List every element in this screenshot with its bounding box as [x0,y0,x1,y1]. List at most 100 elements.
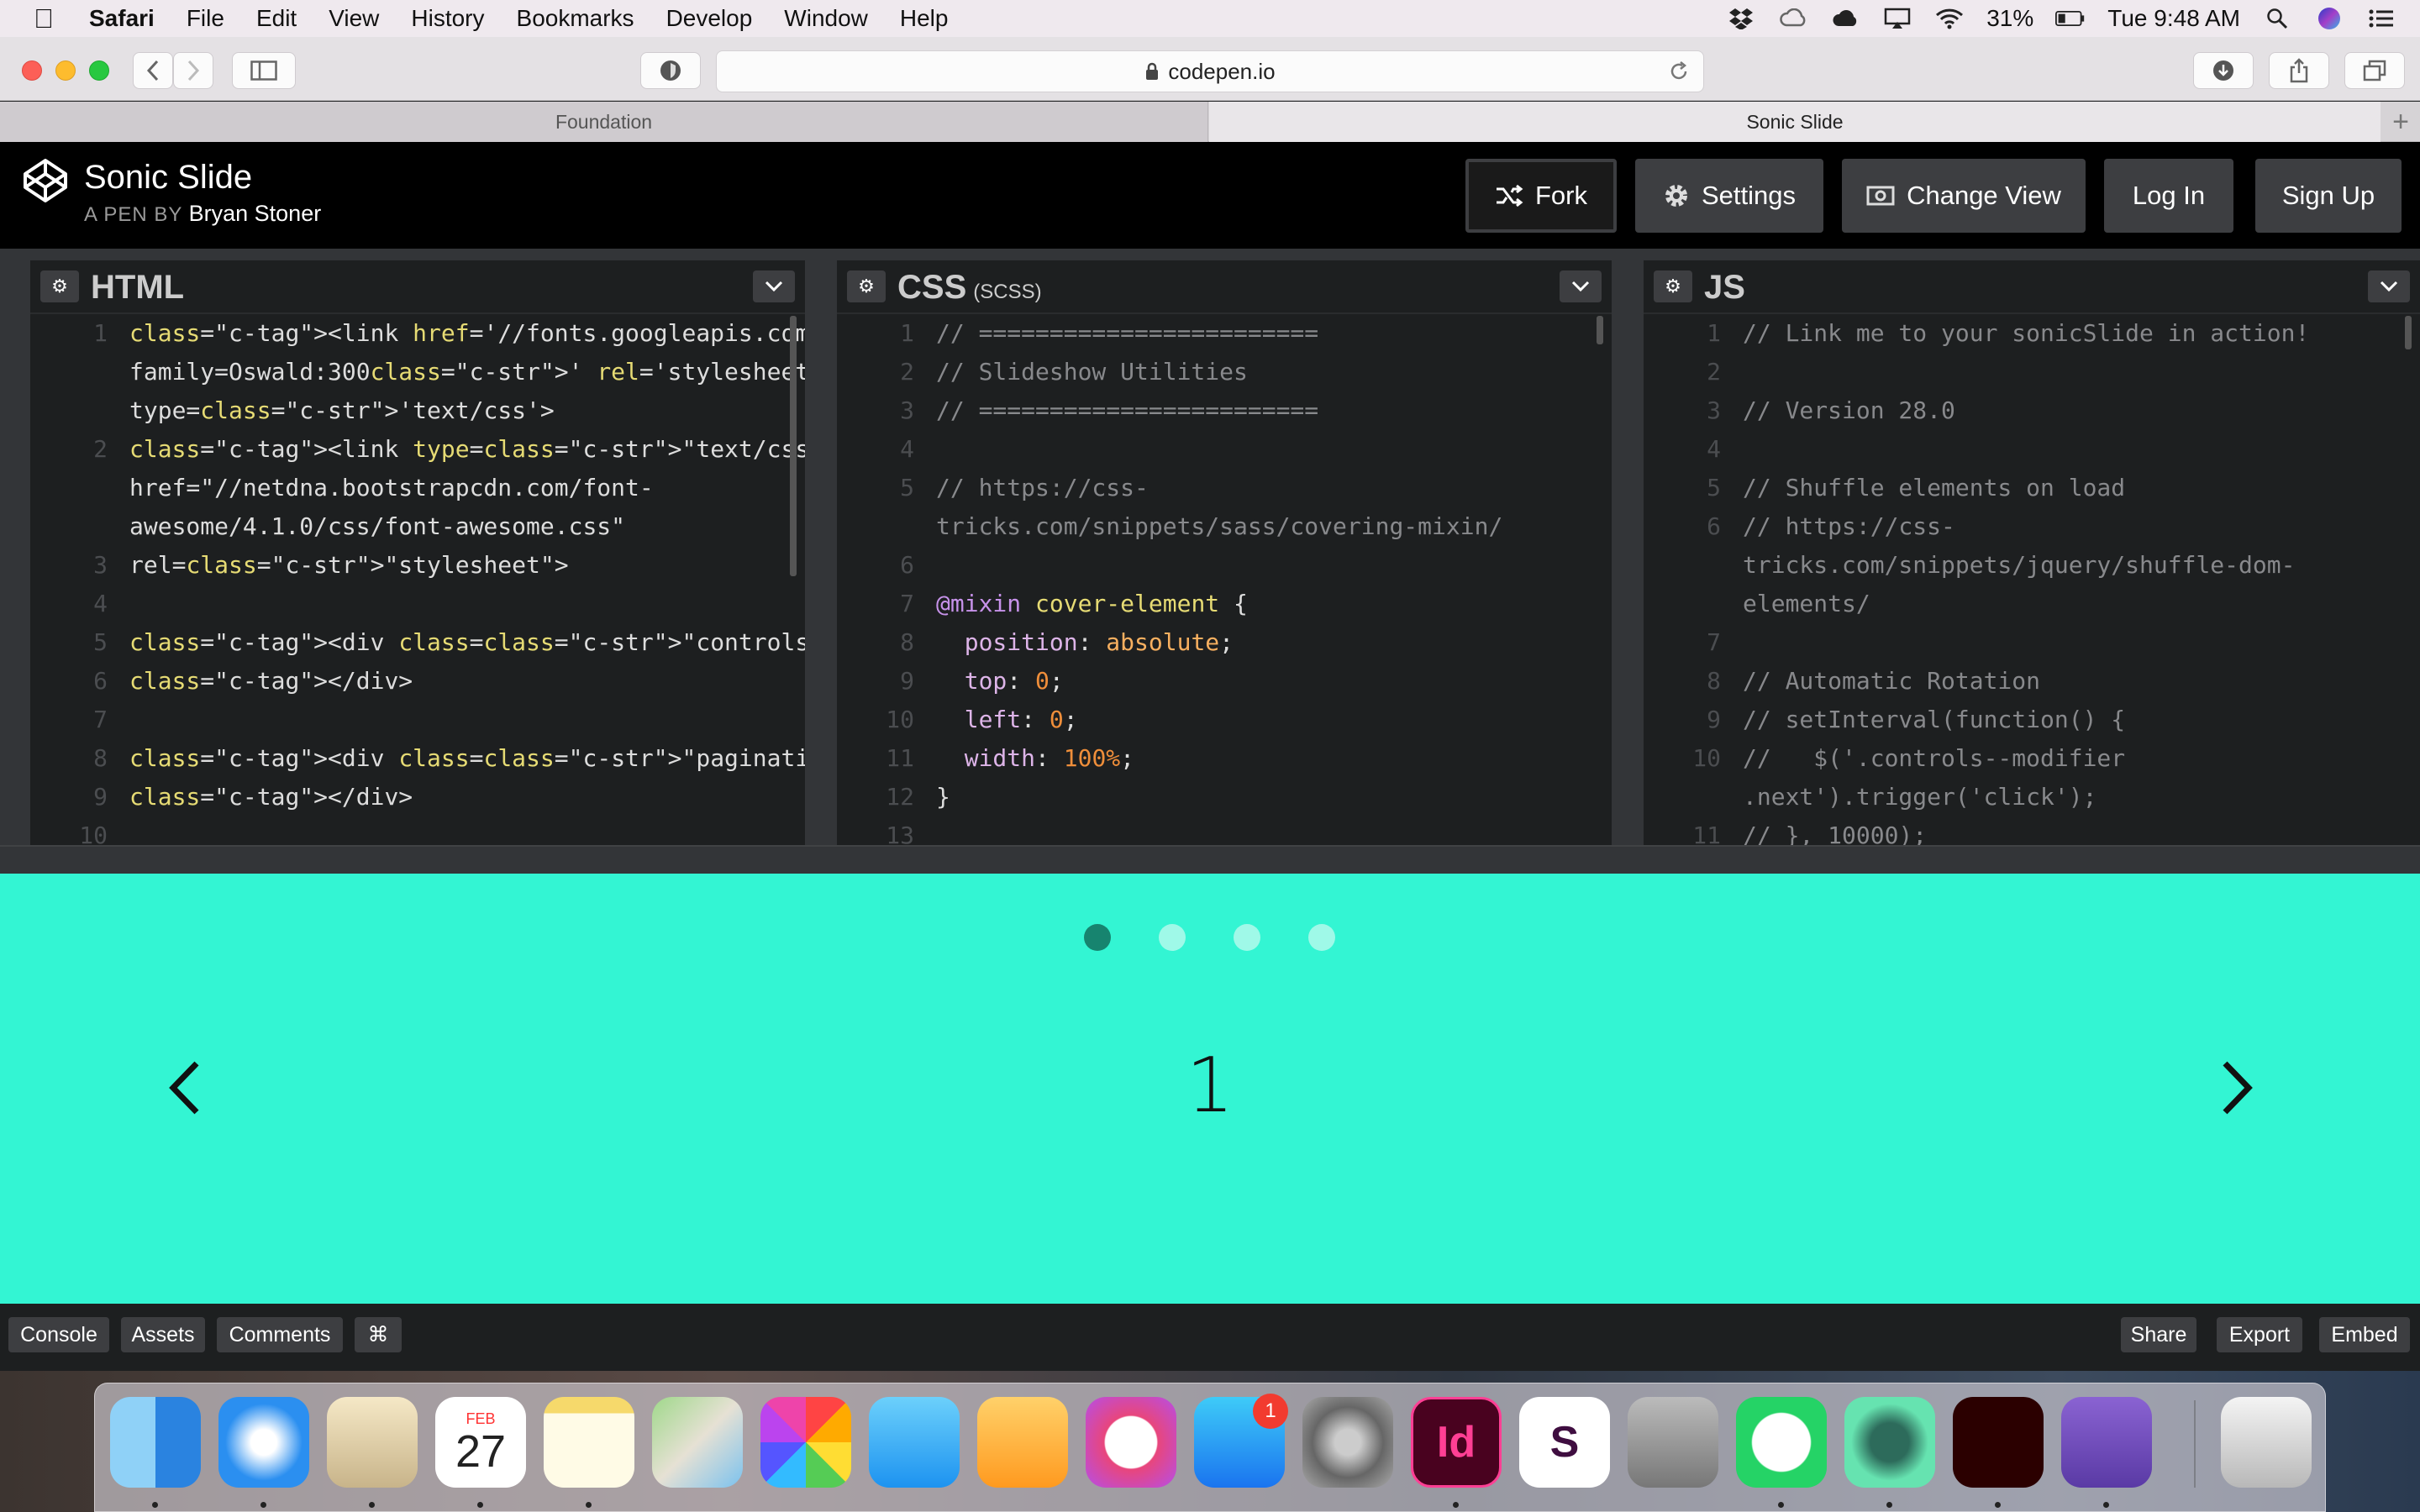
spotlight-search-icon[interactable] [2262,7,2292,30]
line-number: 3 [900,396,914,424]
next-arrow-icon[interactable] [2212,1058,2262,1117]
menu-history[interactable]: History [411,5,484,32]
line-number: 11 [886,744,914,772]
share-pen-button[interactable]: Share [2121,1317,2196,1352]
maps-icon[interactable] [652,1397,743,1488]
pagination-dot[interactable] [1084,924,1111,951]
forward-button[interactable] [173,52,213,89]
menu-help[interactable]: Help [900,5,949,32]
editor-resize-handle[interactable] [0,845,2420,874]
atom-icon[interactable] [1844,1397,1935,1488]
clock[interactable]: Tue 9:48 AM [2107,5,2240,32]
html-code-body[interactable]: 1 2 3 4 5 6 7 8 9 10 class="c-tag"><link href='//… [30,316,805,845]
privacy-report-button[interactable] [640,52,701,89]
tab-foundation[interactable]: Foundation [0,102,1208,142]
embed-button[interactable]: Embed [2319,1317,2410,1352]
line-number: 2 [900,358,914,386]
mail-icon[interactable] [327,1397,418,1488]
menu-view[interactable]: View [329,5,379,32]
siri-icon[interactable] [2314,7,2344,30]
minimize-window-button[interactable] [55,60,76,81]
calendar-icon[interactable]: FEB 27 [435,1397,526,1488]
photos-icon[interactable] [760,1397,851,1488]
js-editor-menu-button[interactable] [2368,270,2410,302]
safari-icon[interactable] [218,1397,309,1488]
close-window-button[interactable] [22,60,42,81]
html-settings-button[interactable]: ⚙ [40,270,79,302]
notes-icon[interactable] [544,1397,634,1488]
pagination-dot[interactable] [1159,924,1186,951]
menu-develop[interactable]: Develop [666,5,753,32]
signup-button[interactable]: Sign Up [2255,159,2402,233]
battery-icon[interactable] [2055,7,2086,30]
login-button[interactable]: Log In [2104,159,2233,233]
share-button[interactable] [2269,52,2329,89]
tab-sonic-slide[interactable]: Sonic Slide [1209,102,2381,142]
html-code[interactable]: class="c-tag"><link href='//fonts.google… [129,316,805,845]
slack-icon[interactable]: S [1519,1397,1610,1488]
change-view-button[interactable]: Change View [1842,159,2086,233]
indesign-icon[interactable]: Id [1411,1397,1502,1488]
css-scrollbar[interactable] [1597,316,1603,344]
pagination-dot[interactable] [1308,924,1335,951]
browser-toolbar: codepen.io [0,37,2420,101]
notification-center-icon[interactable] [2366,7,2396,30]
tab-overview-button[interactable] [2344,52,2405,89]
codepen-logo-icon[interactable] [22,157,69,204]
js-code-body[interactable]: 123456789101112 // Link me to your sonic… [1644,316,2420,845]
css-code[interactable]: // ======================== // Slideshow … [936,316,1595,845]
css-editor-menu-button[interactable] [1560,270,1602,302]
new-tab-button[interactable]: + [2381,102,2420,142]
whatsapp-icon[interactable] [1736,1397,1827,1488]
wifi-icon[interactable] [1934,7,1965,30]
fork-button[interactable]: Fork [1465,159,1617,233]
code-line: awesome/4.1.0/css/font-awesome.css" [129,512,626,540]
back-button[interactable] [133,52,173,89]
dropbox-icon[interactable] [1726,7,1756,30]
app-store-icon[interactable]: 1 [1194,1394,1288,1488]
downloads-button[interactable] [2193,52,2254,89]
menu-app-name[interactable]: Safari [89,5,155,32]
byline-prefix: A PEN BY [84,203,182,226]
reload-icon[interactable] [1668,61,1690,83]
export-button[interactable]: Export [2217,1317,2302,1352]
itunes-icon[interactable] [1086,1397,1176,1488]
html-editor-menu-button[interactable] [753,270,795,302]
apple-menu-icon[interactable]:  [34,3,54,34]
calculator-icon[interactable] [1628,1397,1718,1488]
line-number: 10 [1692,744,1721,772]
css-settings-button[interactable]: ⚙ [847,270,886,302]
system-preferences-icon[interactable] [1302,1397,1393,1488]
assets-button[interactable]: Assets [121,1317,205,1352]
acrobat-icon[interactable] [1953,1397,2044,1488]
trash-icon[interactable] [2221,1397,2312,1488]
pen-author-link[interactable]: Bryan Stoner [189,201,322,226]
menu-bookmarks[interactable]: Bookmarks [517,5,634,32]
status-area: 31% Tue 9:48 AM [1726,5,2396,32]
creative-cloud-icon[interactable] [1778,7,1808,30]
airplay-icon[interactable] [1882,7,1912,30]
menu-window[interactable]: Window [784,5,868,32]
sidebar-button[interactable] [232,52,296,89]
menu-file[interactable]: File [187,5,224,32]
js-scrollbar[interactable] [2405,316,2412,349]
html-scrollbar[interactable] [790,316,797,576]
settings-button[interactable]: Settings [1635,159,1823,233]
js-code[interactable]: // Link me to your sonicSlide in action!… [1743,316,2403,845]
cloud-icon[interactable] [1830,7,1860,30]
zoom-window-button[interactable] [89,60,109,81]
github-icon[interactable] [2061,1397,2152,1488]
pages-icon[interactable] [977,1397,1068,1488]
js-settings-button[interactable]: ⚙ [1654,270,1692,302]
comments-button[interactable]: Comments [217,1317,343,1352]
console-button[interactable]: Console [8,1317,109,1352]
pagination-dot[interactable] [1234,924,1260,951]
finder-icon[interactable] [110,1397,201,1488]
prev-arrow-icon[interactable] [160,1058,210,1117]
menu-edit[interactable]: Edit [256,5,297,32]
keyboard-shortcuts-button[interactable]: ⌘ [355,1317,402,1352]
messages-icon[interactable] [869,1397,960,1488]
css-code-body[interactable]: 1234567891011121314 // =================… [837,316,1612,845]
address-bar[interactable]: codepen.io [716,50,1704,92]
line-numbers: 1234567891011121314 [837,316,924,845]
